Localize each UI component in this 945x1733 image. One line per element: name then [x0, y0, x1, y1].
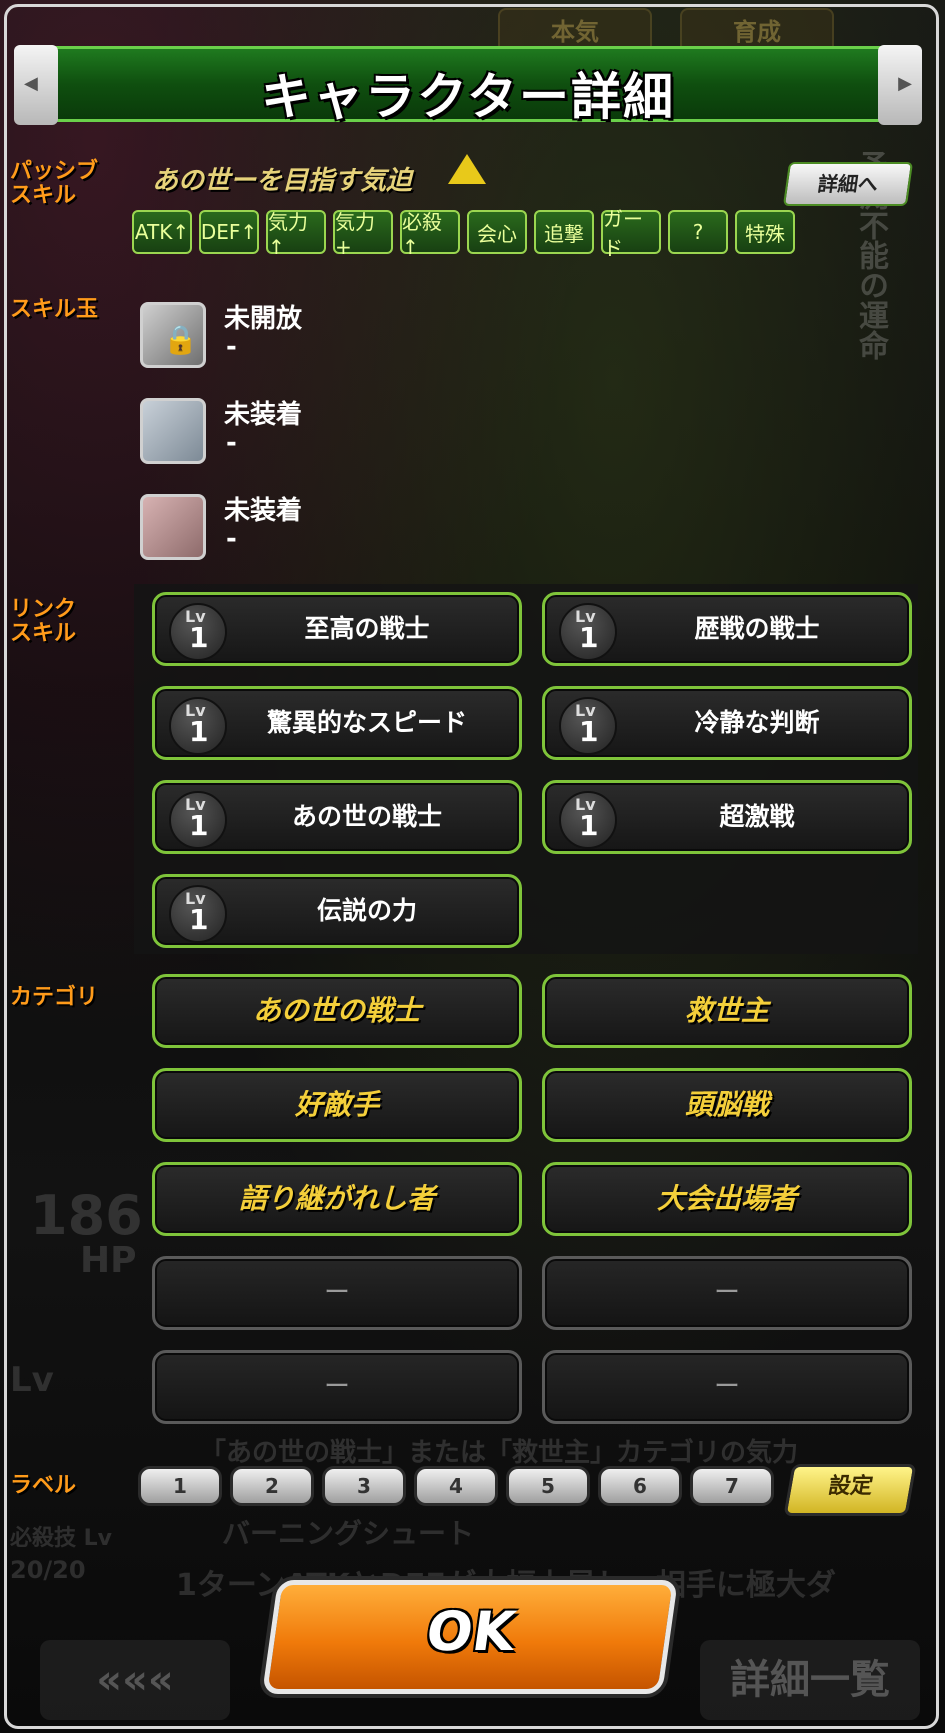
link-skill-name: 伝説の力	[316, 896, 417, 925]
category-name: ー	[323, 1372, 350, 1402]
category-item[interactable]: 救世主	[542, 974, 912, 1048]
category-item[interactable]: 頭脳戦	[542, 1068, 912, 1142]
link-skill-name: 超激戦	[719, 802, 795, 831]
category-name: 語り継がれし者	[238, 1182, 435, 1215]
level-badge-value: 1	[579, 715, 599, 748]
label-set-button[interactable]: 設定	[783, 1464, 917, 1516]
passive-effect-icon: 追撃	[534, 210, 594, 254]
passive-detail-button[interactable]: 詳細へ	[782, 162, 914, 206]
category-name: 大会出場者	[656, 1182, 797, 1215]
warning-triangle-icon	[448, 154, 486, 184]
passive-effect-icon: DEF↑	[199, 210, 259, 254]
locked-orb-icon: 🔒	[140, 302, 206, 368]
category-item-empty[interactable]: ー	[152, 1256, 522, 1330]
category-item[interactable]: 好敵手	[152, 1068, 522, 1142]
link-skill-item[interactable]: Lv 1 冷静な判断	[542, 686, 912, 760]
level-badge: Lv 1	[169, 791, 227, 849]
label-button-1[interactable]: 1	[138, 1466, 222, 1506]
label-button-3[interactable]: 3	[322, 1466, 406, 1506]
link-skill-item[interactable]: Lv 1 伝説の力	[152, 874, 522, 948]
title-bar: ◀ ▶ キャラクター詳細	[14, 45, 922, 126]
label-button-5[interactable]: 5	[506, 1466, 590, 1506]
background-leader-desc: 「あの世の戦士」または「救世主」カテゴリの気力	[200, 1438, 799, 1468]
skill-orb-status: 未装着	[224, 496, 303, 526]
category-item-empty[interactable]: ー	[542, 1256, 912, 1330]
level-badge: Lv 1	[169, 885, 227, 943]
link-skill-label: リンク スキル	[10, 597, 77, 646]
category-name: ー	[713, 1278, 740, 1308]
link-skill-name: 冷静な判断	[694, 708, 820, 737]
label-button-4[interactable]: 4	[414, 1466, 498, 1506]
label-button-6[interactable]: 6	[598, 1466, 682, 1506]
background-special-lv: 必殺技 Lv	[10, 1526, 113, 1551]
link-skill-name: 驚異的なスピード	[266, 708, 467, 737]
category-name: あの世の戦士	[252, 994, 421, 1027]
link-skill-item[interactable]: Lv 1 あの世の戦士	[152, 780, 522, 854]
background-hp-value: 186	[30, 1184, 143, 1247]
level-badge-value: 1	[189, 903, 209, 936]
link-skill-name: あの世の戦士	[291, 802, 442, 831]
skill-orb-value: -	[226, 524, 237, 554]
background-detail-list-button: 詳細一覧	[700, 1640, 920, 1720]
label-button-7[interactable]: 7	[690, 1466, 774, 1506]
level-badge-value: 1	[579, 621, 599, 654]
category-label: カテゴリ	[10, 985, 99, 1010]
background-lv-label: Lv	[10, 1360, 54, 1400]
category-item[interactable]: 語り継がれし者	[152, 1162, 522, 1236]
level-badge-value: 1	[579, 809, 599, 842]
link-skill-item[interactable]: Lv 1 超激戦	[542, 780, 912, 854]
level-badge-value: 1	[189, 715, 209, 748]
passive-effect-icon: 気力+	[333, 210, 393, 259]
link-skill-item[interactable]: Lv 1 驚異的なスピード	[152, 686, 522, 760]
skill-orb-value: -	[226, 332, 237, 362]
page-title: キャラクター詳細	[261, 68, 675, 126]
empty-orb-icon	[140, 398, 206, 464]
skill-orb-label: スキル玉	[10, 297, 99, 322]
link-skill-name: 歴戦の戦士	[694, 614, 820, 643]
category-item-empty[interactable]: ー	[152, 1350, 522, 1424]
background-hp-label: HP	[80, 1240, 137, 1281]
category-name: 救世主	[684, 994, 769, 1027]
passive-skill-label: パッシブ スキル	[10, 159, 99, 208]
link-skill-name: 至高の戦士	[304, 614, 430, 643]
link-skill-item[interactable]: Lv 1 至高の戦士	[152, 592, 522, 666]
category-item-empty[interactable]: ー	[542, 1350, 912, 1424]
lock-icon: 🔒	[163, 323, 198, 356]
level-badge: Lv 1	[559, 603, 617, 661]
skill-orb-status: 未装着	[224, 400, 303, 430]
background-special-val: 20/20	[10, 1556, 86, 1584]
background-back-button: «««	[40, 1640, 230, 1720]
passive-effect-icon: ガード	[601, 207, 661, 260]
skill-orb-status: 未開放	[224, 304, 303, 334]
level-badge: Lv 1	[169, 697, 227, 755]
level-badge: Lv 1	[169, 603, 227, 661]
passive-effect-icon: 気力↑	[266, 210, 326, 259]
level-badge: Lv 1	[559, 791, 617, 849]
passive-effect-icon: 会心	[467, 210, 527, 254]
ok-button[interactable]: OK	[261, 1580, 679, 1694]
link-skill-item[interactable]: Lv 1 歴戦の戦士	[542, 592, 912, 666]
passive-effect-icon: 特殊	[735, 210, 795, 254]
category-item[interactable]: 大会出場者	[542, 1162, 912, 1236]
passive-skill-name: あの世ーを目指す気迫	[152, 166, 413, 196]
empty-orb-icon	[140, 494, 206, 560]
level-badge-value: 1	[189, 809, 209, 842]
skill-orb-value: -	[226, 428, 237, 458]
background-special-name: バーニングシュート	[222, 1517, 475, 1550]
label-section-label: ラベル	[10, 1473, 77, 1498]
label-button-2[interactable]: 2	[230, 1466, 314, 1506]
category-name: 頭脳戦	[684, 1088, 769, 1121]
passive-effect-icon: ATK↑	[132, 210, 192, 254]
level-badge-value: 1	[189, 621, 209, 654]
category-name: ー	[713, 1372, 740, 1402]
category-item[interactable]: あの世の戦士	[152, 974, 522, 1048]
passive-effect-icon: 必殺↑	[400, 210, 460, 259]
category-name: 好敵手	[294, 1088, 379, 1121]
level-badge: Lv 1	[559, 697, 617, 755]
passive-effect-icons: ATK↑ DEF↑ 気力↑ 気力+ 必殺↑ 会心 追撃 ガード? 特殊	[132, 207, 795, 260]
category-name: ー	[323, 1278, 350, 1308]
passive-effect-icon: ?	[668, 210, 728, 254]
